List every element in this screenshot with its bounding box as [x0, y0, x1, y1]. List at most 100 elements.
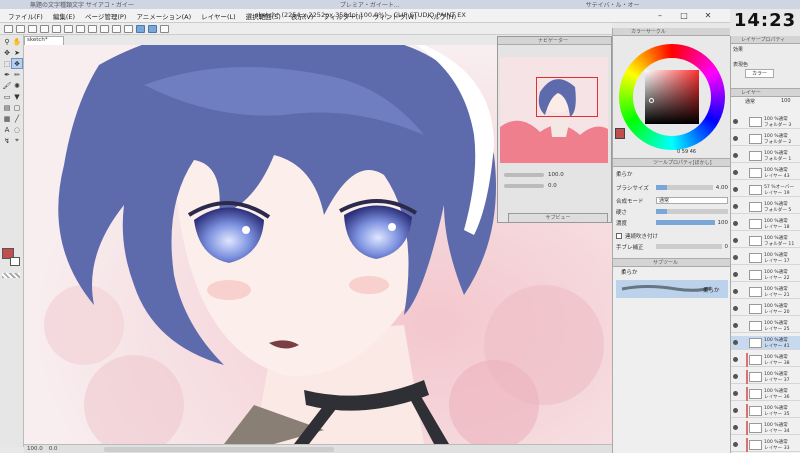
undo-icon[interactable] [40, 24, 49, 33]
visibility-eye-icon[interactable] [733, 357, 738, 362]
frame-tool-icon[interactable]: ▦ [2, 114, 12, 123]
menu-page[interactable]: ページ管理(P) [81, 11, 130, 21]
zoom-tool-icon[interactable]: ⚲ [2, 37, 12, 46]
layer-property-header[interactable]: レイヤープロパティ [731, 36, 800, 44]
navigator-angle-slider[interactable] [504, 184, 544, 188]
layer-row[interactable]: 100 %通常 フォルダー 2 [731, 132, 800, 146]
layer-row[interactable]: 100 %通常 レイヤー 36 [731, 387, 800, 401]
brush-size-value[interactable]: 4.00 [716, 185, 728, 191]
hand-tool-icon[interactable]: ✋ [12, 37, 22, 46]
canvas-tab[interactable]: sketch* [24, 36, 64, 45]
hue-ring[interactable] [619, 44, 725, 150]
layer-row[interactable]: 100 %通常 レイヤー 18 [731, 217, 800, 231]
snap-special-icon[interactable] [160, 24, 169, 33]
expression-color-select[interactable]: カラー [745, 69, 775, 78]
subtool-group-tab[interactable]: 柔らか [616, 268, 728, 278]
navigator-header[interactable]: ナビゲーター [498, 37, 611, 45]
object-tool-icon[interactable]: ➤ [12, 48, 22, 57]
visibility-eye-icon[interactable] [733, 408, 738, 413]
figure-tool-icon[interactable]: ▢ [12, 103, 22, 112]
layer-panel-header[interactable]: レイヤー [731, 89, 800, 97]
visibility-eye-icon[interactable] [733, 136, 738, 141]
status-zoom[interactable]: 100.0 [27, 446, 43, 452]
move-tool-icon[interactable]: ✥ [2, 48, 12, 57]
layer-row[interactable]: 100 %通常 レイヤー 33 [731, 438, 800, 452]
pencil-tool-icon[interactable]: ✏ [12, 70, 22, 79]
navigator-view-frame[interactable] [536, 77, 598, 117]
layer-row[interactable]: 100 %通常 レイヤー 21 [731, 285, 800, 299]
layer-row[interactable]: 100 %通常 レイヤー 35 [731, 404, 800, 418]
visibility-eye-icon[interactable] [733, 391, 738, 396]
ruler-icon[interactable] [124, 24, 133, 33]
continuous-spray-checkbox[interactable] [616, 232, 622, 239]
tool-property-header[interactable]: ツールプロパティ[ぼかし] [613, 159, 730, 167]
gradient-tool-icon[interactable]: ▤ [2, 103, 12, 112]
visibility-eye-icon[interactable] [733, 442, 738, 447]
layer-row[interactable]: 100 %通常 レイヤー 34 [731, 421, 800, 435]
menu-layer[interactable]: レイヤー(L) [197, 11, 240, 21]
saturation-value-square[interactable] [645, 70, 699, 124]
open-icon[interactable] [16, 24, 25, 33]
pen-tool-icon[interactable]: ✒ [2, 70, 12, 79]
deselect-icon[interactable] [88, 24, 97, 33]
brush-size-slider[interactable] [656, 185, 713, 190]
new-icon[interactable] [4, 24, 13, 33]
menu-edit[interactable]: 編集(E) [49, 11, 79, 21]
taskbar-item[interactable]: 無題の文字種類文字 サイアコ・ガイ一 [30, 0, 134, 9]
snap-grid-icon[interactable] [148, 24, 157, 33]
layer-row[interactable]: 100 %通常 レイヤー 17 [731, 251, 800, 265]
layer-row[interactable]: 100 %通常 フォルダー 5 [731, 200, 800, 214]
visibility-eye-icon[interactable] [733, 153, 738, 158]
current-color-swatch[interactable] [615, 128, 625, 139]
layer-row[interactable]: 100 %通常 レイヤー 37 [731, 370, 800, 384]
visibility-eye-icon[interactable] [733, 238, 738, 243]
status-angle[interactable]: 0.0 [49, 446, 58, 452]
layer-row[interactable]: 100 %通常 レイヤー 20 [731, 302, 800, 316]
visibility-eye-icon[interactable] [733, 170, 738, 175]
layer-row[interactable]: 100 %通常 フォルダー 3 [731, 115, 800, 129]
visibility-eye-icon[interactable] [733, 289, 738, 294]
visibility-eye-icon[interactable] [733, 306, 738, 311]
blend-mode-select[interactable]: 通常 [656, 197, 728, 204]
redo-icon[interactable] [52, 24, 61, 33]
navigator-angle-value[interactable]: 0.0 [548, 183, 557, 189]
horizontal-scrollbar[interactable] [103, 446, 334, 452]
layer-opacity-value[interactable]: 100 [781, 98, 791, 104]
selection-tool-icon[interactable]: ⬚ [2, 59, 12, 68]
saturation-value[interactable]: 59 [682, 149, 688, 155]
visibility-eye-icon[interactable] [733, 323, 738, 328]
transform-icon[interactable] [76, 24, 85, 33]
visibility-eye-icon[interactable] [733, 119, 738, 124]
layer-blend-mode-select[interactable]: 通常 [745, 98, 755, 105]
taskbar-item[interactable]: プレミア・ガイ一ト... [340, 0, 400, 9]
eyedropper-tool-icon[interactable]: ⌖ [12, 136, 22, 145]
visibility-eye-icon[interactable] [733, 187, 738, 192]
stabilization-slider[interactable] [656, 244, 722, 249]
layer-row[interactable]: 100 %通常 レイヤー 25 [731, 319, 800, 333]
hardness-slider[interactable] [656, 209, 728, 214]
layer-row[interactable]: 100 %通常 フォルダー 11 [731, 234, 800, 248]
brush-tool-icon[interactable]: 🖌 [2, 81, 12, 90]
save-icon[interactable] [28, 24, 37, 33]
correction-tool-icon[interactable]: ↯ [2, 136, 12, 145]
color-panel-header[interactable]: カラーサークル [613, 28, 730, 36]
navigator-preview[interactable] [500, 57, 608, 163]
airbrush-tool-icon[interactable]: ✺ [12, 81, 22, 90]
blend-tool-icon[interactable]: ❖ [11, 58, 23, 69]
sub-color-swatch[interactable] [10, 257, 20, 266]
menu-animation[interactable]: アニメーション(A) [132, 11, 195, 21]
maximize-button[interactable]: □ [672, 9, 696, 21]
balloon-tool-icon[interactable]: ◌ [12, 125, 22, 134]
navigator-zoom-value[interactable]: 100.0 [548, 172, 564, 178]
taskbar-item[interactable]: サテイバ・ル・オー [586, 0, 640, 9]
layer-row[interactable]: 100 %通常 レイヤー 22 [731, 268, 800, 282]
text-tool-icon[interactable]: A [2, 125, 12, 134]
fill-tool-icon[interactable]: ▼ [12, 92, 22, 101]
visibility-eye-icon[interactable] [733, 221, 738, 226]
brightness-value[interactable]: 46 [690, 149, 696, 155]
color-picker-cursor[interactable] [649, 98, 654, 103]
hue-value[interactable]: 0 [677, 149, 680, 155]
subview-panel-header[interactable]: サブビュー [508, 213, 608, 223]
layer-row[interactable]: 100 %通常 フォルダー 1 [731, 149, 800, 163]
border-icon[interactable] [112, 24, 121, 33]
